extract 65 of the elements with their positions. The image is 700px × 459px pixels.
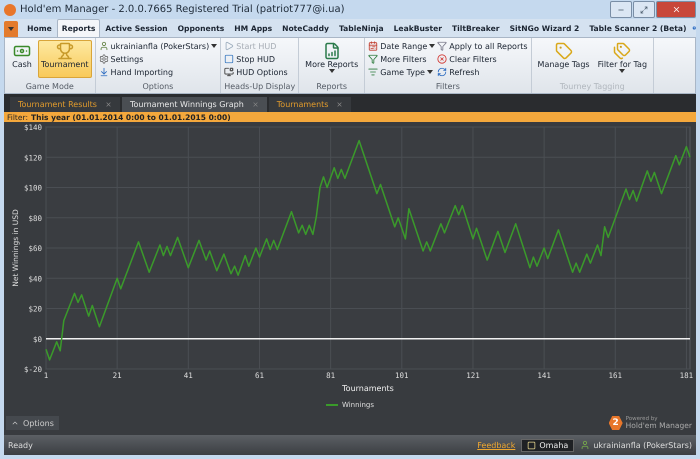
settings-icon (98, 54, 109, 64)
close-icon[interactable] (104, 101, 112, 108)
ribbon-button[interactable]: Hand Importing (98, 66, 218, 78)
caret-icon (619, 69, 626, 73)
close-icon[interactable] (336, 101, 344, 108)
logo-badge: 2 (608, 416, 623, 430)
close-button[interactable] (656, 1, 696, 18)
refresh-icon (437, 67, 448, 77)
maximize-button[interactable] (633, 1, 655, 18)
close-icon (672, 5, 680, 14)
report-icon (322, 42, 341, 60)
group-label: Reports (315, 82, 348, 93)
ribbon-button[interactable]: More Filters (368, 53, 436, 65)
feedback-link[interactable]: Feedback (477, 440, 516, 450)
group-label: Game Mode (24, 82, 75, 93)
ribbon-button[interactable]: HUD Options (224, 66, 288, 78)
trophy-icon (56, 42, 74, 60)
tag-icon (613, 42, 632, 60)
download-icon (98, 67, 109, 77)
stop-icon (224, 54, 234, 64)
list-filter-icon (368, 67, 378, 77)
tag-icon (554, 42, 573, 60)
caret-icon (211, 44, 218, 48)
account-name: ukrainianfla (PokerStars) (593, 440, 692, 450)
caret-icon (8, 27, 14, 31)
document-tab[interactable]: Tournament Results (10, 97, 120, 112)
calendar-icon (368, 41, 378, 51)
filter-icon (368, 54, 378, 64)
ribbon-button[interactable]: Clear Filters (437, 53, 528, 65)
window-title: Hold'em Manager - 2.0.0.7665 Registered Trial (patriot777@i.ua) (20, 4, 345, 15)
ribbon-button[interactable]: Tournament (38, 40, 92, 78)
caret-icon (426, 70, 433, 74)
caret-icon (429, 44, 436, 48)
user-icon (580, 440, 590, 450)
caret-icon (328, 69, 335, 73)
ribbon-button[interactable]: More Reports (302, 40, 362, 78)
clear-icon (437, 54, 448, 64)
ribbon-button[interactable]: ukrainianfla (PokerStars) (98, 40, 218, 52)
maximize-icon (640, 6, 648, 14)
close-icon[interactable] (252, 101, 259, 108)
ribbon-button[interactable]: Settings (98, 53, 218, 65)
filter-icon (437, 41, 448, 51)
chevron-icon (11, 419, 19, 427)
ribbon-button[interactable]: Refresh (437, 66, 528, 78)
omaha-toggle[interactable]: Omaha (521, 438, 574, 452)
document-tab[interactable]: Tournaments (268, 97, 352, 112)
user-icon (98, 41, 109, 51)
monitor-icon (224, 67, 234, 77)
status-text: Ready (8, 440, 33, 450)
ribbon-button[interactable]: Apply to all Reports (437, 40, 528, 52)
card-icon (527, 440, 536, 450)
app-logo-icon (4, 4, 16, 16)
group-label: Options (141, 82, 174, 93)
x-axis-title: Tournaments (342, 384, 394, 393)
group-label: Heads-Up Display (224, 82, 296, 93)
ribbon-button[interactable]: Stop HUD (224, 53, 288, 65)
document-tab[interactable]: Tournament Winnings Graph (122, 97, 267, 112)
group-label: Filters (434, 82, 461, 93)
play-icon (224, 41, 234, 51)
minimize-button[interactable] (610, 1, 632, 18)
options-toggle[interactable]: Options (6, 416, 59, 430)
ribbon-button[interactable]: Cash (8, 40, 36, 78)
ribbon-button[interactable]: Date Range (368, 40, 436, 52)
ribbon-button[interactable]: Game Type (368, 66, 436, 78)
app-menu-button[interactable] (4, 21, 18, 37)
